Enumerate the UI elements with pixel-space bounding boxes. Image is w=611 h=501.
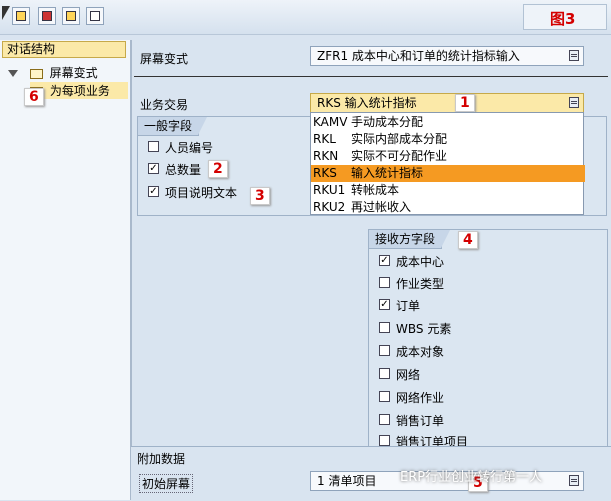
business-transaction-label: 业务交易	[140, 98, 189, 112]
tree-node-label: 为每项业务	[49, 84, 110, 98]
checkbox[interactable]	[379, 368, 390, 379]
dropdown-option[interactable]: RKN 实际不可分配作业	[311, 148, 585, 165]
checkbox[interactable]	[379, 345, 390, 356]
dropdown-option[interactable]: RKU2 再过帐收入	[311, 199, 585, 216]
checkbox-row[interactable]: ✓ 订单	[379, 299, 579, 315]
checkbox-row[interactable]: 网络作业	[379, 391, 579, 407]
folder-icon	[29, 68, 43, 79]
checkbox-label: 销售订单	[396, 414, 445, 428]
checkbox-label: 作业类型	[396, 277, 445, 291]
checkbox-row[interactable]: 作业类型	[379, 277, 579, 293]
dropdown-option[interactable]: RKL 实际内部成本分配	[311, 131, 585, 148]
marker-1: 1	[455, 94, 475, 112]
checkbox[interactable]	[379, 435, 390, 446]
dropdown-option[interactable]: KAMV 手动成本分配	[311, 114, 585, 131]
checkbox-label: WBS 元素	[396, 322, 452, 336]
checkbox[interactable]	[379, 322, 390, 333]
dropdown-icon[interactable]	[569, 475, 579, 486]
watermark: ERP行业创业转行第一人	[400, 470, 543, 485]
checkbox-label: 订单	[396, 299, 421, 313]
marker-2: 2	[208, 160, 228, 178]
edit-icon[interactable]	[12, 7, 30, 25]
copy-icon[interactable]	[62, 7, 80, 25]
marker-4: 4	[458, 231, 478, 249]
checkbox[interactable]	[379, 414, 390, 425]
checkbox-label: 总数量	[165, 163, 202, 177]
checkbox-checked[interactable]: ✓	[379, 255, 390, 266]
expand-triangle-icon[interactable]	[8, 70, 18, 77]
checkbox-row[interactable]: ✓ 成本中心	[379, 255, 579, 271]
dropdown-icon[interactable]	[569, 97, 579, 108]
dropdown-option[interactable]: RKU1 转帐成本	[311, 182, 585, 199]
screen-variant-field[interactable]: ZFR1 成本中心和订单的统计指标输入	[310, 46, 584, 66]
cursor-icon	[2, 6, 10, 20]
dialog-structure-title: 对话结构	[2, 41, 126, 58]
receiver-fields-title: 接收方字段	[369, 230, 451, 249]
figure-label: 图3	[550, 10, 576, 28]
checkbox-row[interactable]: 人员编号	[148, 141, 308, 157]
checkbox-row[interactable]: ✓ 总数量	[148, 163, 308, 179]
screen-variant-label: 屏幕变式	[140, 52, 189, 66]
checkbox-checked[interactable]: ✓	[379, 299, 390, 310]
initial-screen-label: 初始屏幕	[139, 474, 194, 493]
dialog-structure-panel: 对话结构 屏幕变式 为每项业务 6	[0, 40, 132, 500]
checkbox-row[interactable]: ✓ 项目说明文本	[148, 186, 308, 202]
checkbox[interactable]	[379, 391, 390, 402]
checkbox-row[interactable]: 网络	[379, 368, 579, 384]
marker-3: 3	[250, 187, 270, 205]
divider	[134, 76, 608, 77]
document-icon[interactable]	[86, 7, 104, 25]
business-transaction-dropdown: KAMV 手动成本分配 RKL 实际内部成本分配 RKN 实际不可分配作业 RKS 输入…	[310, 112, 585, 216]
checkbox-row[interactable]: 销售订单	[379, 414, 579, 430]
checkbox-label: 网络作业	[396, 391, 445, 405]
tree-node-screen-variant[interactable]: 屏幕变式	[8, 64, 98, 81]
checkbox-label: 成本中心	[396, 255, 445, 269]
tree-node-per-transaction[interactable]: 为每项业务	[30, 82, 128, 99]
save-icon[interactable]	[38, 7, 56, 25]
value-help-icon[interactable]	[569, 50, 579, 61]
screen-variant-value: ZFR1 成本中心和订单的统计指标输入	[317, 49, 520, 63]
checkbox[interactable]	[379, 277, 390, 288]
checkbox-row[interactable]: WBS 元素	[379, 322, 579, 338]
business-transaction-select[interactable]: RKS 输入统计指标	[310, 93, 584, 113]
checkbox-checked[interactable]: ✓	[148, 186, 159, 197]
initial-screen-value: 1 清单项目	[317, 474, 377, 488]
checkbox-label: 成本对象	[396, 345, 445, 359]
marker-6: 6	[24, 88, 44, 106]
additional-data-title: 附加数据	[137, 452, 186, 466]
checkbox[interactable]	[148, 141, 159, 152]
general-fields-title: 一般字段	[138, 117, 208, 136]
checkbox-label: 项目说明文本	[165, 186, 238, 200]
business-transaction-value: RKS 输入统计指标	[317, 96, 417, 110]
tree-node-label: 屏幕变式	[49, 66, 98, 80]
checkbox-checked[interactable]: ✓	[148, 163, 159, 174]
checkbox-label: 网络	[396, 368, 421, 382]
toolbar: 图3	[0, 0, 611, 35]
receiver-fields-group: 接收方字段 ✓ 成本中心 作业类型 ✓ 订单 WBS 元素 成本对象 网络 网络作业…	[368, 229, 608, 449]
checkbox-label: 人员编号	[165, 141, 214, 155]
checkbox-row[interactable]: 成本对象	[379, 345, 579, 361]
dropdown-option-selected[interactable]: RKS 输入统计指标	[311, 165, 585, 182]
